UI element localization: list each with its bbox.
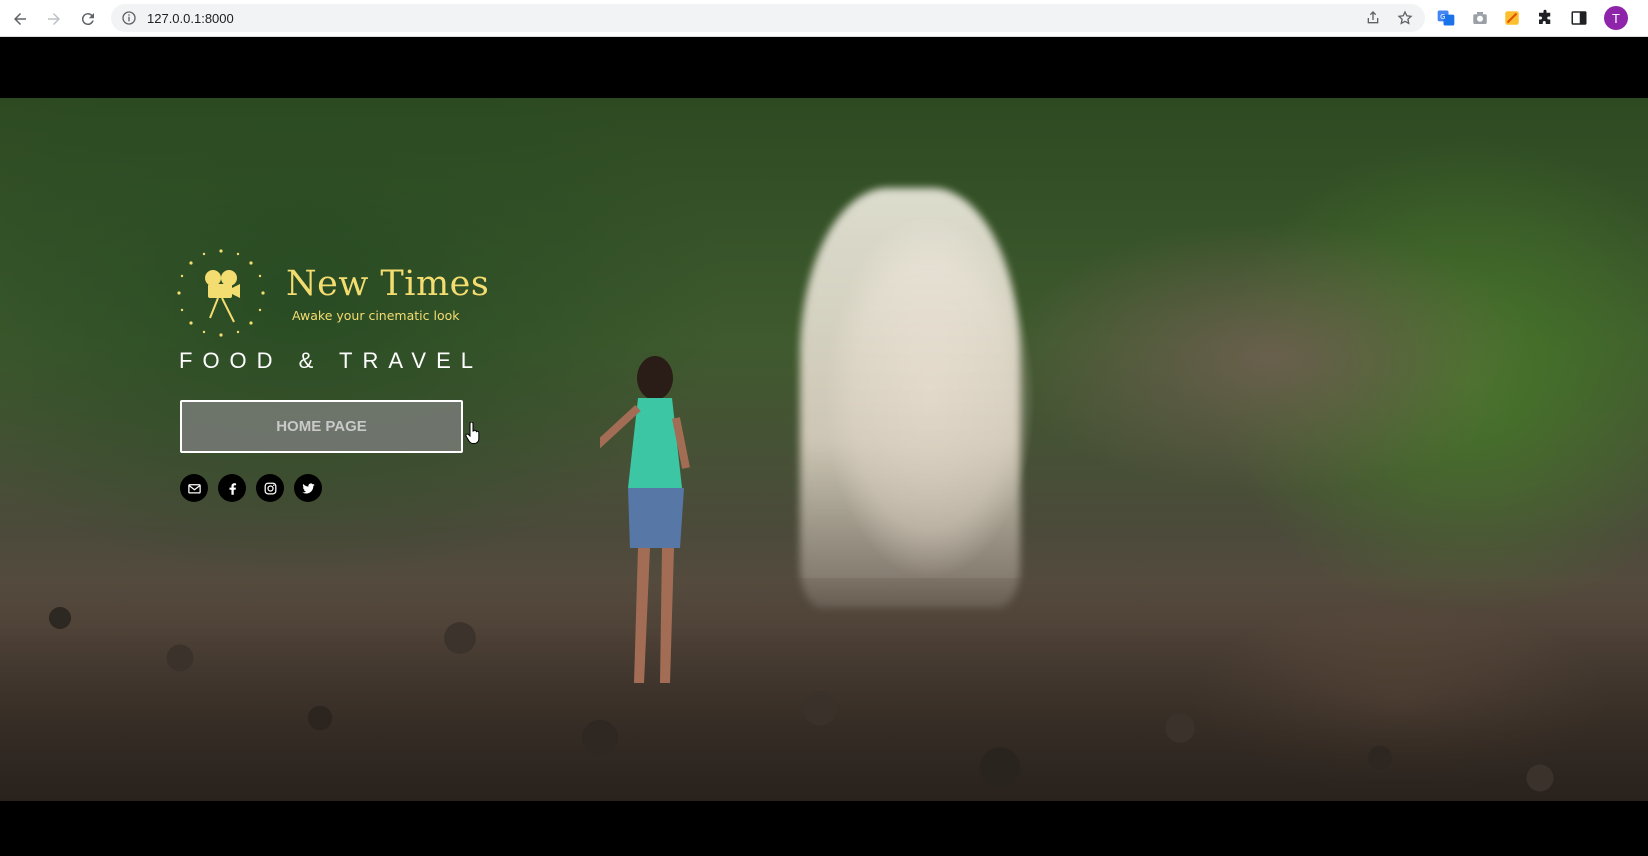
url-text[interactable]: 127.0.0.1:8000 — [147, 11, 234, 26]
hand-cursor-icon — [465, 422, 480, 444]
facebook-icon[interactable] — [218, 474, 246, 502]
film-camera-logo-icon — [177, 249, 265, 337]
browser-toolbar: 127.0.0.1:8000 G T — [0, 0, 1648, 37]
address-bar[interactable]: 127.0.0.1:8000 — [111, 4, 1425, 32]
puzzle-icon[interactable] — [1535, 8, 1555, 28]
girl-figure — [600, 356, 690, 683]
section-label: FOOD & TRAVEL — [179, 348, 484, 373]
brand-title: New Times — [286, 264, 490, 304]
star-icon[interactable] — [1397, 10, 1413, 26]
arrow-left-icon — [14, 13, 26, 25]
brand-tagline: Awake your cinematic look — [292, 308, 460, 323]
profile-avatar[interactable]: T — [1604, 6, 1628, 30]
reload-icon — [81, 13, 94, 26]
waterfall — [800, 188, 1020, 608]
page-viewport: New Times Awake your cinematic look FOOD… — [0, 37, 1648, 856]
hero-video: New Times Awake your cinematic look FOOD… — [0, 98, 1648, 801]
home-page-button[interactable]: HOME PAGE — [180, 400, 463, 453]
twitter-icon[interactable] — [294, 474, 322, 502]
back-button[interactable] — [7, 6, 33, 32]
arrow-right-icon — [48, 13, 60, 25]
info-icon[interactable] — [121, 10, 137, 26]
riverbed — [0, 578, 1648, 801]
camera-icon[interactable] — [1470, 8, 1490, 28]
forward-button[interactable] — [41, 6, 67, 32]
svg-text:G: G — [1440, 13, 1445, 21]
instagram-icon[interactable] — [256, 474, 284, 502]
side-panel-icon[interactable] — [1569, 8, 1589, 28]
mail-icon[interactable] — [180, 474, 208, 502]
extension-color-icon[interactable] — [1502, 8, 1522, 28]
reload-button[interactable] — [75, 6, 101, 32]
share-icon[interactable] — [1365, 10, 1381, 26]
brand-logo[interactable]: New Times Awake your cinematic look — [176, 248, 489, 358]
translate-icon[interactable]: G — [1436, 8, 1456, 28]
